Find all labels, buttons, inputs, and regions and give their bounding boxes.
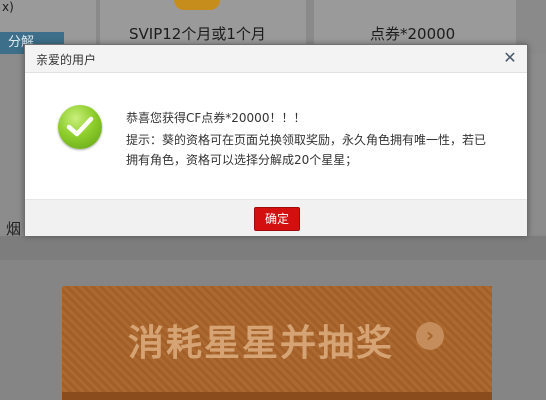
chevron-right-icon[interactable]: › — [416, 322, 444, 350]
reward-dialog: 亲爱的用户 ✕ 恭喜您获得CF点券*20000！！！ 提示：葵的资格可在页面兑换… — [24, 44, 528, 236]
close-icon[interactable]: ✕ — [501, 49, 519, 67]
checkmark-circle-icon — [58, 105, 102, 149]
tip-message-line1: 提示：葵的资格可在页面兑换领取奖励，永久角色拥有唯一性，若已 — [126, 133, 487, 147]
lottery-banner-edge — [62, 392, 492, 400]
bg-card-coupon-label: 点券*20000 — [370, 25, 456, 43]
bg-top-left-text: x) — [2, 0, 14, 14]
dialog-header: 亲爱的用户 ✕ — [25, 45, 527, 73]
tip-message-line2: 拥有角色，资格可以选择分解成20个星星； — [126, 153, 358, 167]
dialog-footer: 确定 — [25, 199, 527, 236]
bg-lower-strip — [0, 236, 546, 260]
bg-card-vip-label: SVIP12个月或1个月 — [129, 25, 266, 43]
reward-message: 恭喜您获得CF点券*20000！！！ — [126, 111, 306, 125]
dialog-title: 亲爱的用户 — [36, 53, 97, 67]
lottery-banner-text: 消耗星星并抽奖 — [128, 323, 395, 364]
vip-badge-icon — [174, 0, 220, 10]
confirm-button[interactable]: 确定 — [254, 207, 300, 231]
